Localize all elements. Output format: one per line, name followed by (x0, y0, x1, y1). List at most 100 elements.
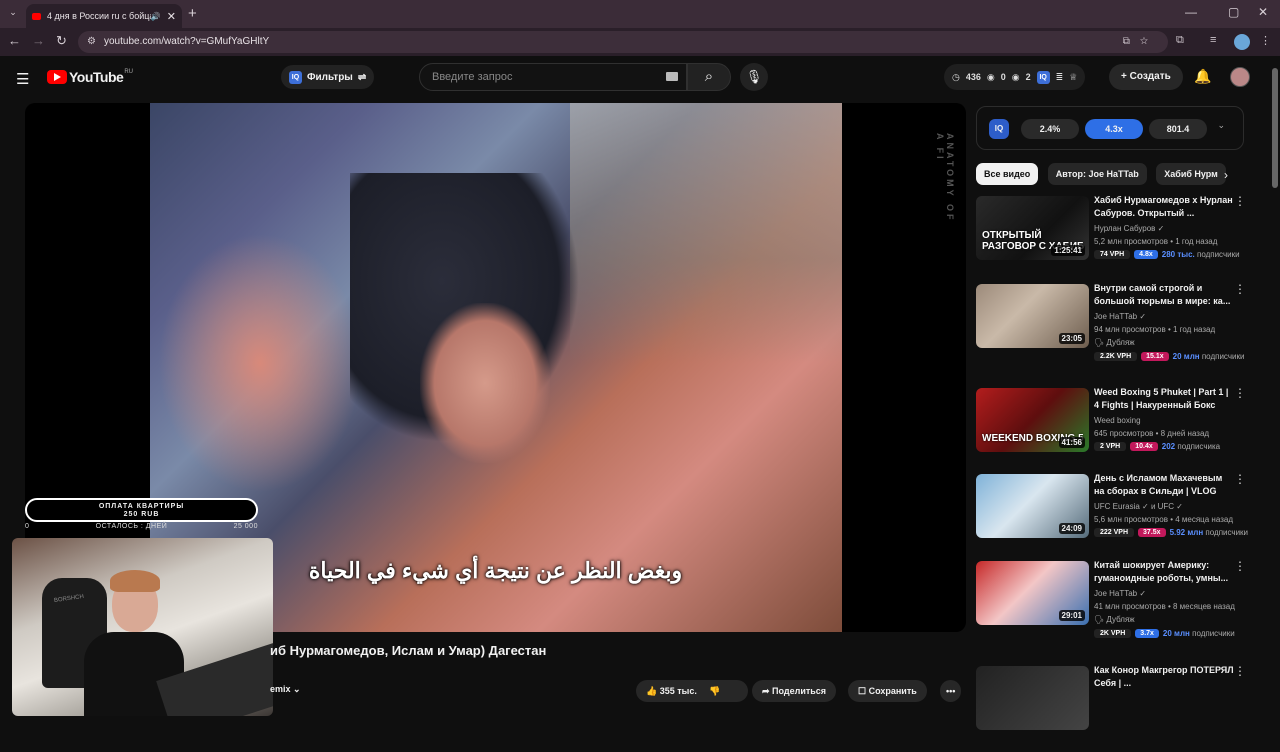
search-input[interactable]: Введите запрос (419, 63, 687, 91)
video-title[interactable]: Как Конор Макгрегор ПОТЕРЯЛ Себя | ... (1094, 664, 1234, 690)
video-title[interactable]: День с Исламом Махачевым на сборах в Сил… (1094, 472, 1234, 498)
channel-name[interactable]: Joe HaTTab ✓ (1094, 312, 1146, 321)
recommendation-card[interactable]: Как Конор Макгрегор ПОТЕРЯЛ Себя | ... ⋮ (976, 664, 1256, 752)
more-actions-button[interactable]: ••• (940, 680, 962, 702)
youtube-favicon-icon (32, 12, 41, 20)
extensions-icon[interactable]: ⧉ (1176, 34, 1184, 47)
dub-label: Дубляж (1106, 338, 1135, 347)
more-vert-icon[interactable]: ⋮ (1234, 386, 1246, 400)
save-button[interactable]: ☐ Сохранить (848, 680, 927, 702)
thumbs-down-icon[interactable]: 👎 (709, 686, 720, 696)
recommendation-card[interactable]: 24:09 День с Исламом Махачевым на сборах … (976, 472, 1256, 560)
maximize-button[interactable]: ▢ (1228, 5, 1239, 19)
subs-label: подписчики (1201, 352, 1245, 361)
keyboard-icon[interactable] (666, 72, 678, 81)
donation-max: 25 000 (233, 523, 258, 530)
more-vert-icon[interactable]: ⋮ (1234, 664, 1246, 678)
site-info-icon[interactable]: ⚙ (87, 31, 96, 53)
voice-search-button[interactable]: 🎙 (740, 63, 768, 91)
clock-icon: ◷ (952, 71, 960, 82)
search-button[interactable]: ⌕ (687, 63, 731, 91)
subs-number: 5.92 млн (1169, 528, 1204, 537)
video-thumbnail[interactable]: 23:05 (976, 284, 1089, 348)
channel-name[interactable]: Joe HaTTab ✓ (1094, 589, 1146, 598)
minimize-button[interactable]: — (1185, 5, 1197, 19)
more-vert-icon[interactable]: ⋮ (1234, 559, 1246, 573)
video-duration: 1:25:41 (1051, 245, 1085, 256)
close-window-button[interactable]: ✕ (1258, 5, 1268, 19)
subs-label: подписчики (1196, 250, 1240, 259)
channel-name[interactable]: emix ⌄ (270, 684, 301, 695)
more-vert-icon[interactable]: ⋮ (1234, 472, 1246, 486)
chip-all-videos[interactable]: Все видео (976, 163, 1039, 185)
eye-icon: ◉ (1011, 71, 1020, 82)
logo-region: RU (124, 69, 133, 75)
chevron-down-icon[interactable]: ⌄ (1217, 120, 1225, 131)
video-title[interactable]: Хабиб Нурмагомедов х Нурлан Сабуров. Отк… (1094, 194, 1234, 220)
recommendation-card[interactable]: 29:01 Китай шокирует Америку: гуманоидные… (976, 559, 1256, 647)
share-button[interactable]: ➦ Поделиться (752, 680, 837, 702)
iq-stats-panel: IQ 2.4% 4.3x 801.4 ⌄ (976, 106, 1244, 150)
account-avatar[interactable] (1230, 67, 1250, 87)
back-button[interactable]: ← (8, 33, 21, 48)
chip-khabib[interactable]: Хабиб Нурм (1156, 163, 1226, 185)
iq-pill-1[interactable]: 4.3x (1085, 119, 1143, 139)
video-title[interactable]: Китай шокирует Америку: гуманоидные робо… (1094, 559, 1234, 585)
audio-icon[interactable]: 🔊 (151, 12, 161, 21)
dubbed-badge: 🗣 Дубляж (1094, 338, 1135, 347)
channel-name[interactable]: Weed boxing (1094, 416, 1141, 425)
like-count: 355 тыс. (659, 686, 697, 696)
address-bar[interactable]: ⚙ youtube.com/watch?v=GMufYaGHltY ⧉☆ (78, 31, 1168, 53)
subs-number: 280 тыс. (1161, 250, 1195, 259)
more-vert-icon[interactable]: ⋮ (1234, 194, 1246, 208)
page-scrollbar[interactable] (1272, 64, 1278, 720)
reload-button[interactable]: ↻ (56, 33, 67, 49)
more-vert-icon[interactable]: ⋮ (1234, 282, 1246, 296)
video-thumbnail[interactable]: ОТКРЫТЫЙ РАЗГОВОР С ХАБИБ 1:25:41 (976, 196, 1089, 260)
browser-profile-avatar[interactable] (1234, 34, 1250, 50)
vph-badge: 2 VPH (1094, 442, 1127, 451)
video-duration: 23:05 (1058, 333, 1085, 344)
chip-author[interactable]: Автор: Joe HaTTab (1047, 163, 1147, 185)
video-thumbnail[interactable]: 29:01 (976, 561, 1089, 625)
hamburger-menu-icon[interactable]: ☰ (16, 70, 29, 88)
iq-pill-2[interactable]: 801.4 (1149, 119, 1207, 139)
video-title[interactable]: Weed Boxing 5 Phuket | Part 1 | 4 Fights… (1094, 386, 1234, 412)
tab-search-button[interactable]: ⌄ (6, 7, 20, 21)
youtube-logo[interactable]: YouTube RU (47, 69, 133, 85)
channel-name[interactable]: Нурлан Сабуров ✓ (1094, 224, 1164, 233)
stat-other: 2 (1025, 72, 1031, 82)
video-title[interactable]: Внутри самой строгой и большой тюрьмы в … (1094, 282, 1234, 308)
video-thumbnail[interactable]: WEEKEND BOXING 5 41:56 (976, 388, 1089, 452)
logo-text: YouTube (69, 69, 124, 85)
save-icon: ☐ (858, 686, 869, 696)
multiplier-badge: 4.8x (1134, 250, 1158, 259)
eye-icon: ◉ (986, 71, 995, 82)
video-thumbnail[interactable]: 24:09 (976, 474, 1089, 538)
recommendation-card[interactable]: WEEKEND BOXING 5 41:56 Weed Boxing 5 Phuke… (976, 386, 1256, 474)
channel-name[interactable]: UFC Eurasia ✓ и UFC ✓ (1094, 502, 1183, 511)
notifications-bell-icon[interactable]: 🔔 (1194, 68, 1211, 85)
bookmark-star-icon[interactable]: ⧉☆ (1123, 31, 1158, 53)
recommendation-card[interactable]: ОТКРЫТЫЙ РАЗГОВОР С ХАБИБ 1:25:41 Хабиб Ну… (976, 194, 1256, 282)
iq-badge: IQ (989, 119, 1009, 139)
scrollbar-thumb[interactable] (1272, 68, 1278, 188)
browser-menu-icon[interactable]: ⋮ (1260, 34, 1271, 47)
media-control-icon[interactable]: ≡ (1210, 34, 1216, 46)
browser-tab-active[interactable]: 4 дня в России ru с бойца 🔊 ✕ (26, 4, 182, 28)
thumbs-up-icon[interactable]: 👍 (646, 686, 657, 696)
chevron-right-icon[interactable]: › (1224, 168, 1228, 182)
video-meta: 645 просмотров • 8 дней назад (1094, 429, 1210, 438)
video-duration: 29:01 (1058, 610, 1085, 621)
extension-stats[interactable]: ◷ 436 ◉ 0 ◉ 2 IQ ≣ ♕ (944, 64, 1086, 90)
video-thumbnail[interactable] (976, 666, 1089, 730)
forward-button[interactable]: → (32, 33, 45, 48)
tab-close-icon[interactable]: ✕ (167, 10, 176, 23)
mic-icon: 🎙 (745, 69, 763, 84)
create-button[interactable]: + Создать (1109, 64, 1183, 90)
like-dislike-group[interactable]: 👍 355 тыс. 👎 (636, 680, 748, 702)
new-tab-button[interactable]: + (188, 5, 197, 22)
recommendation-card[interactable]: 23:05 Внутри самой строгой и большой тюрь… (976, 282, 1256, 370)
filters-button[interactable]: IQ Фильтры ⇌ (281, 65, 375, 89)
iq-pill-0[interactable]: 2.4% (1021, 119, 1079, 139)
